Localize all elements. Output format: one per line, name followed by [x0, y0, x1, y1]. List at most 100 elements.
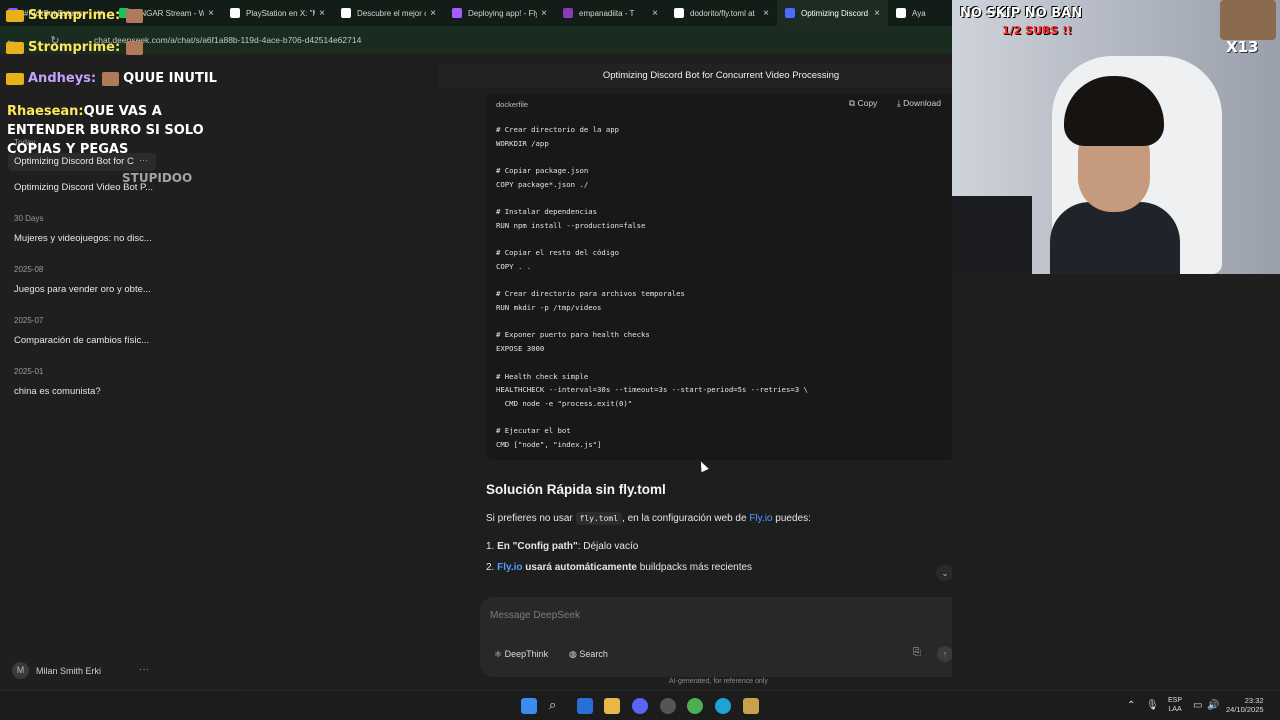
browser-tab[interactable]: PlayStation en X: "M ×: [222, 0, 333, 26]
browser-tab[interactable]: Aya: [888, 0, 952, 26]
windows-start-icon[interactable]: [521, 698, 537, 714]
sidebar-item[interactable]: Mujeres y videojuegos: no disc...: [14, 233, 154, 244]
list-number: 2.: [486, 562, 495, 573]
user-profile[interactable]: M Milan Smith Erki: [12, 662, 101, 679]
file-explorer-icon[interactable]: [604, 698, 620, 714]
tab-close-icon[interactable]: ×: [652, 8, 658, 19]
chevron-up-icon[interactable]: ⌃: [1127, 700, 1135, 711]
tab-label: Deploying app! - Fly: [468, 8, 538, 18]
main-content: Optimizing Discord Bot for Concurrent Vi…: [240, 54, 1004, 690]
emote-icon: [126, 40, 144, 55]
inline-code: fly.toml: [575, 512, 623, 525]
code-block: dockerfile ⧉ Copy ⤓ Download # Crear dir…: [486, 94, 956, 460]
chat-message: STUPIDOO: [122, 171, 193, 185]
overlay-subs: 1/2 SUBS !!: [1002, 24, 1073, 37]
sidebar-group-label: 2025-08: [14, 265, 44, 274]
volume-icon[interactable]: 🔊: [1207, 700, 1219, 711]
tab-close-icon[interactable]: ×: [541, 8, 547, 19]
tab-close-icon[interactable]: ×: [208, 8, 214, 19]
tab-close-icon[interactable]: ×: [874, 8, 880, 19]
tab-label: empanadiita - T: [579, 8, 635, 18]
list-item: 1. En "Config path": Déjalo vacío: [486, 541, 638, 552]
code-line: CMD ["node", "index.js"]: [496, 440, 602, 450]
chat-message: Andheys: QUUE INUTIL: [6, 71, 217, 86]
webcam-desk: [952, 196, 1032, 274]
tab-close-icon[interactable]: ×: [319, 8, 325, 19]
tab-favicon-icon: [230, 8, 240, 18]
user-more-icon[interactable]: ···: [139, 664, 149, 675]
page-title: Optimizing Discord Bot for Concurrent Vi…: [438, 64, 1004, 88]
code-line: # Copiar el resto del código: [496, 248, 620, 258]
browser-tab[interactable]: Descubre el mejor c ×: [333, 0, 444, 26]
emote-icon: [102, 71, 120, 86]
message-input[interactable]: [490, 607, 950, 623]
list-bold: En "Config path": [497, 541, 578, 552]
code-line: RUN npm install --production=false: [496, 220, 646, 230]
lang-bottom: LAA: [1168, 706, 1182, 713]
sidebar-item[interactable]: Juegos para vender oro y obte...: [14, 284, 154, 295]
chat-message: Rhaesean:QUE VAS A ENTENDER BURRO SI SOL…: [7, 102, 239, 159]
discord-icon[interactable]: [632, 698, 648, 714]
tab-close-icon[interactable]: ×: [763, 8, 769, 19]
list-text: buildpacks más recientes: [637, 562, 753, 573]
globe-icon: ◍: [569, 649, 577, 659]
league-icon[interactable]: [743, 698, 759, 714]
code-line: RUN mkdir -p /tmp/videos: [496, 303, 602, 313]
attach-icon[interactable]: ⎘: [913, 647, 921, 658]
text: , en la configuración web de: [622, 513, 750, 524]
microphone-icon[interactable]: 🎙: [1146, 700, 1159, 711]
link[interactable]: Fly.io: [749, 513, 772, 524]
sidebar-item[interactable]: Comparación de cambios físic...: [14, 335, 154, 346]
code-line: COPY package*.json ./: [496, 179, 589, 189]
tab-close-icon[interactable]: ×: [430, 8, 436, 19]
list-text: : Déjalo vacío: [577, 541, 639, 552]
webcam-person: [1050, 76, 1180, 274]
clock-date: 24/10/2025: [1226, 705, 1264, 714]
link[interactable]: Fly.io: [497, 562, 522, 573]
tab-favicon-icon: [785, 8, 795, 18]
edge-icon[interactable]: [715, 698, 731, 714]
list-bold: usará automáticamente: [522, 562, 637, 573]
display-icon[interactable]: ▭: [1193, 700, 1202, 711]
download-button[interactable]: ⤓ Download: [897, 98, 941, 109]
code-line: HEALTHCHECK --interval=30s --timeout=3s …: [496, 385, 808, 395]
search-button[interactable]: ◍ Search: [569, 646, 608, 662]
clock-time: 23:32: [1244, 696, 1264, 705]
clock[interactable]: 23:32 24/10/2025: [1226, 696, 1264, 714]
user-name: Milan Smith Erki: [36, 665, 102, 676]
overlay-multiplier: X13: [1226, 38, 1259, 56]
deepthink-label: DeepThink: [504, 649, 549, 659]
copy-button[interactable]: ⧉ Copy: [849, 98, 877, 109]
sidebar-group-label: 30 Days: [14, 214, 44, 223]
download-label: Download: [903, 98, 941, 108]
text: puedes:: [772, 513, 811, 524]
tab-label: dodorito/fly.toml at: [690, 8, 755, 18]
sidebar-item[interactable]: china es comunista?: [14, 386, 154, 397]
browser-tab[interactable]: empanadiita - T ×: [555, 0, 666, 26]
browser-tab[interactable]: dodorito/fly.toml at ×: [666, 0, 777, 26]
deepthink-icon: ⚛: [494, 649, 503, 659]
deepthink-button[interactable]: ⚛ DeepThink: [494, 646, 548, 662]
code-line: # Health check simple: [496, 371, 589, 381]
send-button[interactable]: ↑: [937, 646, 953, 662]
outlook-icon[interactable]: [577, 698, 593, 714]
search-icon[interactable]: ⌕: [549, 697, 565, 713]
disclaimer: AI-generated, for reference only: [669, 678, 768, 685]
language-indicator[interactable]: ESP LAA: [1168, 696, 1182, 714]
message-composer: ⚛ DeepThink ◍ Search ⎘ ↑: [480, 597, 964, 677]
github-icon[interactable]: [660, 698, 676, 714]
lang-top: ESP: [1168, 697, 1183, 704]
crown-icon: [6, 9, 24, 22]
paragraph: Si prefieres no usar fly.toml, en la con…: [486, 512, 811, 525]
browser-tab[interactable]: Deploying app! - Fly ×: [444, 0, 555, 26]
tab-favicon-icon: [563, 8, 573, 18]
chrome-icon[interactable]: [687, 698, 703, 714]
code-line: WORKDIR /app: [496, 138, 549, 148]
browser-tab[interactable]: Optimizing Discord ×: [777, 0, 888, 26]
code-line: COPY . .: [496, 261, 532, 271]
